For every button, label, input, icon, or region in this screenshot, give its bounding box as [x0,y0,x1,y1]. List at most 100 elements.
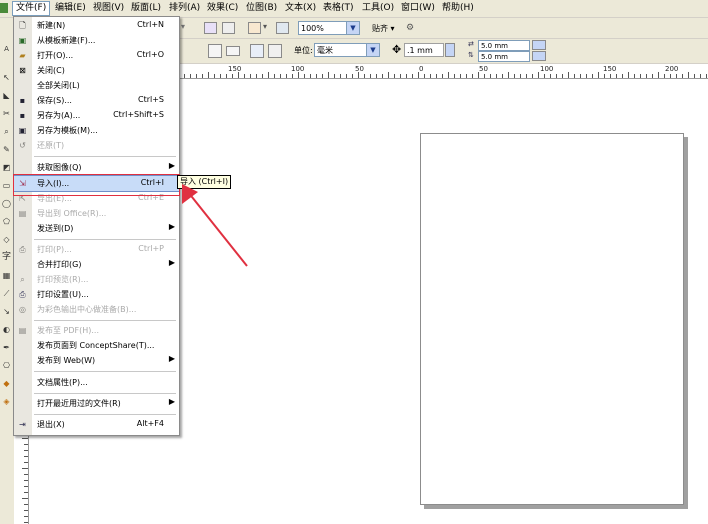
interactive-fill-icon[interactable]: ◈ [1,396,12,407]
table-tool-icon[interactable]: ▦ [1,270,12,281]
ruler-tick [568,72,569,78]
menu-item-new-from-template[interactable]: ▣ 从模板新建(F)... [14,33,179,48]
menu-effects[interactable]: 效果(C) [204,2,241,15]
nudge-spin-icon[interactable] [445,43,455,57]
rectangle-tool-icon[interactable]: ▭ [1,180,12,191]
menu-item-publish-web[interactable]: 发布到 Web(W) ▶ [14,353,179,368]
ellipse-tool-icon[interactable]: ◯ [1,198,12,209]
menu-file[interactable]: 文件(F) [12,1,51,16]
ruler-tick [562,74,563,78]
menu-bitmaps[interactable]: 位图(B) [243,2,280,15]
menu-item-revert[interactable]: ↺ 还原(T) [14,138,179,153]
ruler-tick [436,74,437,78]
connector-tool-icon[interactable]: ↘ [1,306,12,317]
menu-item-print-preview[interactable]: ⌕ 打印预览(R)... [14,272,179,287]
duplicate-y-input[interactable]: 5.0 mm [478,51,530,62]
duplicate-x-icon: ⇄ [468,40,474,48]
menu-item-exit[interactable]: ⇥ 退出(X) Alt+F4 [14,417,179,432]
portrait-icon[interactable] [208,44,222,58]
prepare-output-icon: ◎ [19,305,26,314]
menu-item-label: 还原(T) [37,141,65,150]
document-page[interactable] [420,133,684,505]
pick-tool-icon[interactable]: ↖ [1,72,12,83]
menu-item-prepare-output[interactable]: ◎ 为彩色输出中心做准备(B)... [14,302,179,317]
ruler-tick [202,74,203,78]
ruler-tick [538,72,539,78]
menu-view[interactable]: 视图(V) [90,2,127,15]
menu-item-close-all[interactable]: 全部关闭(L) [14,78,179,93]
welcome-screen-icon[interactable] [276,22,289,34]
menu-text[interactable]: 文本(X) [282,2,319,15]
freehand-tool-icon[interactable]: ✎ [1,144,12,155]
left-toolbar-strip: A [0,18,13,62]
nudge-distance-input[interactable]: .1 mm [404,43,444,57]
menu-window[interactable]: 窗口(W) [398,2,438,15]
menu-arrange[interactable]: 排列(A) [166,2,203,15]
landscape-icon[interactable] [226,46,240,56]
menu-tools[interactable]: 工具(O) [359,2,397,15]
ruler-tick [412,74,413,78]
launcher-dropdown-icon[interactable]: ▾ [263,22,267,31]
zoom-tool-icon[interactable]: ⌕ [1,126,12,137]
redo-dropdown-icon[interactable]: ▾ [181,22,194,34]
ruler-tick [496,74,497,78]
menu-item-save-as[interactable]: ▪ 另存为(A)... Ctrl+Shift+S [14,108,179,123]
menu-table[interactable]: 表格(T) [320,2,357,15]
fill-tool-icon[interactable]: ◆ [1,378,12,389]
zoom-level-value: 100% [301,24,324,33]
menu-item-open[interactable]: ▰ 打开(O)... Ctrl+O [14,48,179,63]
basic-shapes-icon[interactable]: ◇ [1,234,12,245]
duplicate-x-input[interactable]: 5.0 mm [478,40,530,51]
all-pages-icon[interactable] [250,44,264,58]
ruler-tick [598,72,599,78]
zoom-level-select[interactable]: 100% ▼ [298,21,360,35]
duplicate-y-spin-icon[interactable] [532,51,546,61]
eyedropper-icon[interactable]: ✒ [1,342,12,353]
menu-item-save-as-template[interactable]: ▣ 另存为模板(M)... [14,123,179,138]
ruler-tick [658,72,659,78]
menu-item-publish-conceptshare[interactable]: 发布页面到 ConceptShare(T)... [14,338,179,353]
app-icon[interactable] [0,2,8,15]
menu-item-label: 合并打印(G) [37,260,82,269]
dimension-tool-icon[interactable]: ⟋ [1,288,12,299]
ruler-tick [24,450,28,451]
smart-fill-icon[interactable]: ◩ [1,162,12,173]
ruler-label: 50 [355,65,364,73]
interactive-blend-icon[interactable]: ◐ [1,324,12,335]
menu-item-document-properties[interactable]: 文档属性(P)... [14,375,179,390]
horizontal-ruler[interactable]: 150 100 50 0 50 100 150 200 [178,64,708,79]
ruler-tick [580,74,581,78]
ruler-label: 150 [228,65,242,73]
ruler-tick [550,74,551,78]
menu-item-recent-files[interactable]: 打开最近用过的文件(R) ▶ [14,396,179,411]
ruler-tick [220,74,221,78]
units-select[interactable]: 毫米 ▼ [314,43,380,57]
menu-item-new[interactable]: 🗋 新建(N) Ctrl+N [14,18,179,33]
current-page-icon[interactable] [268,44,282,58]
menu-item-save[interactable]: ▪ 保存(S)... Ctrl+S [14,93,179,108]
import-toolbar-icon[interactable] [204,22,217,34]
menu-help[interactable]: 帮助(H) [439,2,477,15]
duplicate-x-spin-icon[interactable] [532,40,546,50]
polygon-tool-icon[interactable]: ⬠ [1,216,12,227]
ruler-tick [24,516,28,517]
options-icon[interactable]: ⚙ [406,22,419,34]
shape-tool-icon[interactable]: ◣ [1,90,12,101]
ruler-tick [286,74,287,78]
ruler-tick [400,74,401,78]
ruler-tick [670,74,671,78]
text-tool-icon[interactable]: 字 [1,252,12,263]
crop-tool-icon[interactable]: ✂ [1,108,12,119]
menu-item-publish-pdf[interactable]: ▤ 发布至 PDF(H)... [14,323,179,338]
chevron-down-icon: ▼ [366,44,379,56]
menu-layout[interactable]: 版面(L) [128,2,164,15]
export-toolbar-icon[interactable] [222,22,235,34]
snap-to-button[interactable]: 贴齐 ▾ [372,23,395,34]
app-launcher-icon[interactable] [248,22,261,34]
menu-item-print-setup[interactable]: ⎙ 打印设置(U)... [14,287,179,302]
menu-item-close[interactable]: ⊠ 关闭(C) [14,63,179,78]
ruler-tick [310,74,311,78]
ruler-tick [304,74,305,78]
outline-tool-icon[interactable]: ⎔ [1,360,12,371]
menu-edit[interactable]: 编辑(E) [52,2,89,15]
